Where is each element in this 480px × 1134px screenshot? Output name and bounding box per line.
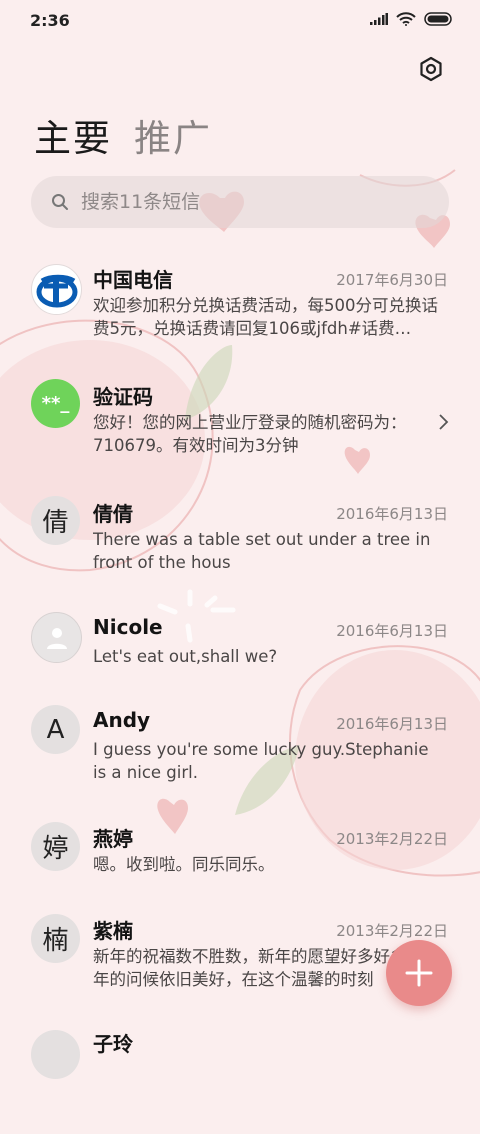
- status-icons: [370, 12, 452, 26]
- wifi-icon: [396, 12, 416, 26]
- conversation-name: Andy: [93, 708, 151, 732]
- conversation-item[interactable]: **_ 验证码 您好！您的网上营业厅登录的随机密码为：710679。有效时间为3…: [0, 371, 480, 481]
- avatar: 楠: [31, 914, 80, 963]
- conversation-item[interactable]: 倩 倩倩 2016年6月13日 There was a table set ou…: [0, 488, 480, 598]
- conversation-item[interactable]: 中国电信 2017年6月30日 欢迎参加积分兑换话费活动，每500分可兑换话费5…: [0, 254, 480, 364]
- conversation-date: 2013年2月22日: [336, 922, 448, 940]
- avatar: A: [31, 705, 80, 754]
- search-icon: [52, 194, 68, 210]
- avatar: [31, 1030, 80, 1079]
- plus-icon: [405, 959, 433, 987]
- conversation-preview: 欢迎参加积分兑换话费活动，每500分可兑换话费5元，兑换话费请回复106或jfd…: [93, 296, 438, 338]
- conversation-date: 2017年6月30日: [336, 271, 448, 289]
- settings-gear-icon[interactable]: [418, 56, 444, 82]
- person-icon: [31, 612, 82, 663]
- conversation-name: 中国电信: [93, 268, 173, 292]
- battery-icon: [424, 12, 452, 26]
- signal-icon: [370, 13, 388, 25]
- conversation-item[interactable]: 子玲: [0, 1024, 480, 1134]
- conversation-preview: 嗯。收到啦。同乐同乐。: [93, 855, 275, 874]
- conversation-date: 2016年6月13日: [336, 715, 448, 733]
- status-time: 2:36: [30, 11, 70, 30]
- search-input[interactable]: [79, 190, 413, 214]
- conversation-name: Nicole: [93, 615, 163, 639]
- tab-primary[interactable]: 主要: [34, 108, 112, 162]
- new-message-button[interactable]: [386, 940, 452, 1006]
- conversation-preview: 您好！您的网上营业厅登录的随机密码为：710679。有效时间为3分钟: [93, 413, 407, 455]
- conversation-preview: There was a table set out under a tree i…: [93, 530, 431, 572]
- status-bar: 2:36: [0, 0, 480, 40]
- china-telecom-logo: [31, 264, 82, 315]
- conversation-date: 2016年6月13日: [336, 622, 448, 640]
- conversation-name: 燕婷: [93, 827, 133, 851]
- conversation-preview: Let's eat out,shall we?: [93, 647, 278, 666]
- default-contact-icon: [46, 627, 67, 649]
- avatar: 婷: [31, 822, 80, 871]
- conversation-name: 倩倩: [93, 502, 133, 526]
- category-tabs: 主要 推广: [34, 108, 212, 162]
- telecom-logo-icon: [36, 274, 77, 307]
- conversation-item[interactable]: A Andy 2016年6月13日 I guess you're some lu…: [0, 698, 480, 808]
- conversation-preview: I guess you're some lucky guy.Stephanie …: [93, 740, 429, 782]
- conversation-date: 2013年2月22日: [336, 830, 448, 848]
- avatar: 倩: [31, 496, 80, 545]
- search-bar[interactable]: [31, 176, 449, 228]
- conversation-name: 验证码: [93, 385, 153, 409]
- conversation-date: 2016年6月13日: [336, 505, 448, 523]
- chevron-right-icon[interactable]: [436, 413, 450, 431]
- conversation-name: 紫楠: [93, 919, 133, 943]
- conversation-name: 子玲: [93, 1032, 133, 1056]
- tab-promotions[interactable]: 推广: [134, 108, 212, 162]
- verification-code-icon: **_: [31, 379, 80, 428]
